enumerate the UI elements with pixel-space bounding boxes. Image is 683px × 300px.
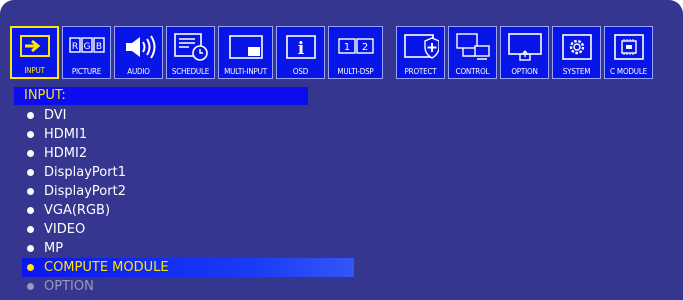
input-option-hdmi2[interactable]: HDMI2	[22, 144, 362, 163]
toolbar-button-osd[interactable]: i OSD	[276, 26, 325, 79]
control-icon	[455, 32, 491, 62]
toolbar-button-picture[interactable]: R G B PICTURE	[62, 26, 111, 79]
input-option-vga-rgb[interactable]: VGA(RGB)	[22, 201, 362, 220]
toolbar-label: AUDIO	[127, 67, 150, 76]
toolbar-label: C MODULE	[610, 67, 647, 76]
multi-input-icon	[228, 32, 264, 62]
toolbar-group-main: INPUT R G B PICTURE AUDIO SCHEDULE MULTI-…	[10, 26, 386, 81]
toolbar-button-input[interactable]: INPUT	[10, 26, 59, 79]
toolbar-label: CONTROL	[455, 67, 490, 76]
svg-text:G: G	[83, 42, 90, 52]
picture-icon: R G B	[68, 32, 105, 62]
schedule-icon	[173, 32, 209, 62]
toolbar-button-control[interactable]: CONTROL	[448, 26, 497, 79]
system-icon	[559, 32, 595, 62]
toolbar-button-schedule[interactable]: SCHEDULE	[166, 26, 215, 79]
toolbar-button-protect[interactable]: PROTECT	[396, 26, 445, 79]
svg-text:2: 2	[361, 42, 367, 53]
toolbar: INPUT R G B PICTURE AUDIO SCHEDULE MULTI-…	[10, 26, 656, 81]
toolbar-label: SCHEDULE	[171, 67, 210, 76]
osd-icon: i	[283, 32, 319, 62]
toolbar-label: OSD	[292, 67, 309, 76]
input-option-hdmi1[interactable]: HDMI1	[22, 125, 362, 144]
toolbar-button-multi-dsp[interactable]: 1 2 MULTI-DSP	[328, 26, 383, 79]
input-option-label: DisplayPort2	[44, 184, 126, 199]
input-option-option: OPTION	[22, 277, 362, 296]
input-option-label: DisplayPort1	[44, 165, 126, 180]
bullet-icon	[27, 283, 34, 290]
toolbar-label: PICTURE	[71, 67, 102, 76]
bullet-icon	[27, 207, 34, 214]
toolbar-label: SYSTEM	[562, 67, 591, 76]
toolbar-group-settings: PROTECT CONTROL OPTION SYSTEM C MODULE	[396, 26, 656, 81]
bullet-icon	[27, 226, 34, 233]
menu-title-bar: INPUT:	[14, 87, 308, 105]
input-option-displayport2[interactable]: DisplayPort2	[22, 182, 362, 201]
protect-icon	[403, 32, 440, 62]
osd-menu: INPUT R G B PICTURE AUDIO SCHEDULE MULTI-…	[0, 0, 683, 300]
svg-text:i: i	[297, 39, 304, 59]
input-option-label: VIDEO	[44, 222, 86, 237]
toolbar-button-audio[interactable]: AUDIO	[114, 26, 163, 79]
bullet-icon	[27, 131, 34, 138]
toolbar-label: MULTI-INPUT	[224, 67, 267, 76]
toolbar-label: MULTI-DSP	[337, 67, 374, 76]
input-option-label: HDMI2	[44, 146, 88, 161]
menu-title: INPUT:	[24, 88, 66, 103]
toolbar-button-option[interactable]: OPTION	[500, 26, 549, 79]
toolbar-label: INPUT	[24, 66, 45, 75]
input-option-label: OPTION	[44, 279, 94, 294]
input-option-label: COMPUTE MODULE	[44, 260, 169, 275]
bullet-icon	[27, 169, 34, 176]
svg-text:R: R	[71, 42, 77, 52]
input-option-label: VGA(RGB)	[44, 203, 111, 218]
toolbar-button-system[interactable]: SYSTEM	[552, 26, 601, 79]
bullet-icon	[27, 264, 34, 271]
svg-text:1: 1	[343, 42, 349, 53]
input-option-video[interactable]: VIDEO	[22, 220, 362, 239]
input-option-mp[interactable]: MP	[22, 239, 362, 258]
input-option-label: DVI	[44, 108, 67, 123]
input-option-label: HDMI1	[44, 127, 88, 142]
c-module-icon	[611, 32, 647, 62]
input-option-label: MP	[44, 241, 64, 256]
input-list: DVI HDMI1 HDMI2 DisplayPort1 DisplayPort2 VGA…	[22, 106, 362, 296]
bullet-icon	[27, 245, 34, 252]
input-option-displayport1[interactable]: DisplayPort1	[22, 163, 362, 182]
toolbar-button-multi-input[interactable]: MULTI-INPUT	[218, 26, 273, 79]
svg-text:B: B	[95, 42, 101, 52]
toolbar-label: OPTION	[511, 67, 538, 76]
toolbar-button-c-module[interactable]: C MODULE	[604, 26, 653, 79]
bullet-icon	[27, 112, 34, 119]
toolbar-label: PROTECT	[404, 67, 437, 76]
bullet-icon	[27, 188, 34, 195]
input-option-dvi[interactable]: DVI	[22, 106, 362, 125]
input-icon	[17, 33, 53, 63]
option-icon	[507, 32, 543, 62]
bullet-icon	[27, 150, 34, 157]
multi-dsp-icon: 1 2	[337, 32, 374, 62]
input-option-compute-module[interactable]: COMPUTE MODULE	[22, 258, 354, 277]
audio-icon	[121, 32, 157, 62]
